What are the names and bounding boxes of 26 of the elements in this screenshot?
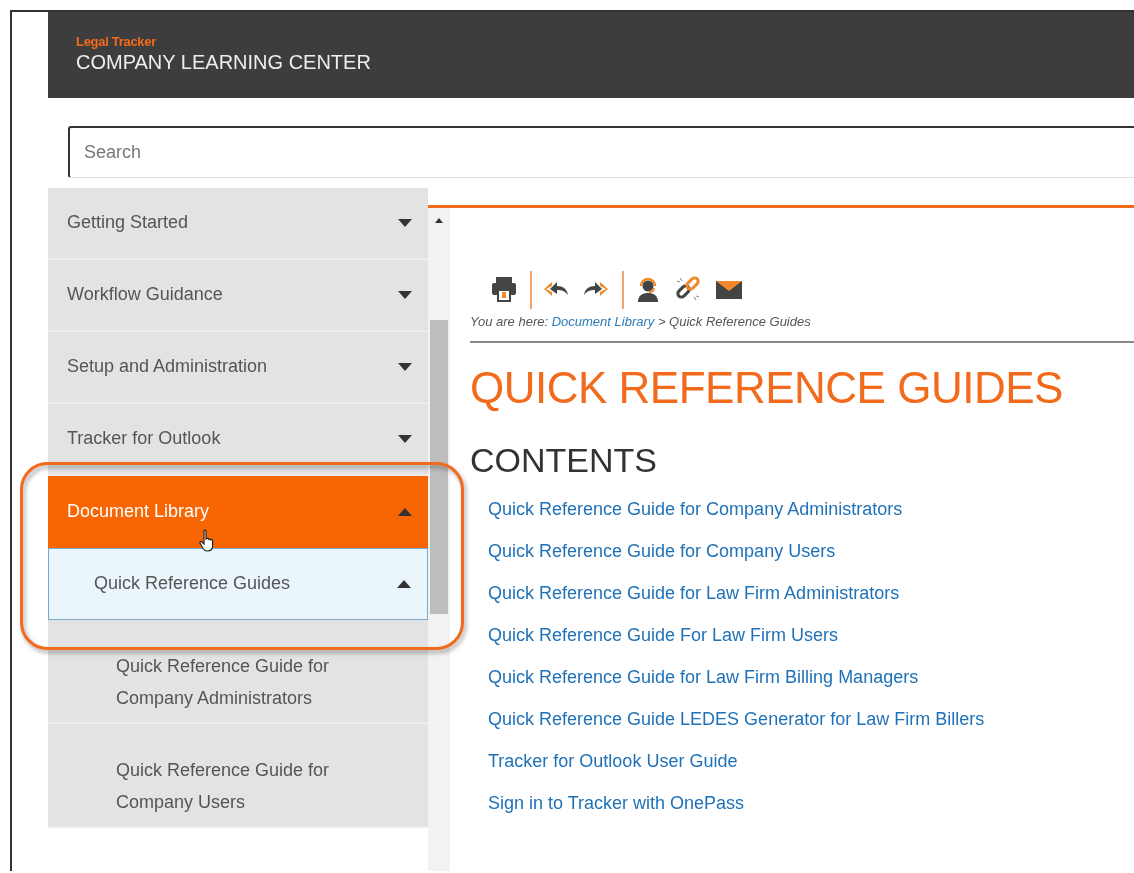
scrollbar[interactable] [428, 208, 450, 871]
caret-down-icon [398, 363, 412, 371]
scroll-thumb[interactable] [430, 320, 448, 614]
contents-heading: CONTENTS [470, 441, 658, 480]
guide-link[interactable]: Sign in to Tracker with OnePass [488, 788, 1134, 830]
guide-link[interactable]: Quick Reference Guide For Law Firm Users [488, 620, 1134, 662]
sidebar-item[interactable]: Quick Reference Guides [48, 548, 428, 620]
guide-link[interactable]: Quick Reference Guide for Law Firm Administrators [488, 578, 1134, 620]
caret-up-icon [398, 508, 412, 516]
guide-link[interactable]: Quick Reference Guide LEDES Generator for Law Firm Billers [488, 704, 1134, 746]
sidebar-item[interactable]: Document Library [48, 476, 428, 548]
page-title: QUICK REFERENCE GUIDES [470, 363, 1064, 413]
caret-down-icon [398, 219, 412, 227]
caret-down-icon [398, 291, 412, 299]
search-field[interactable]: Search [68, 126, 1134, 178]
breadcrumb-link[interactable]: Document Library [551, 314, 655, 329]
caret-down-icon [398, 435, 412, 443]
breadcrumb: You are here: Document Library > Quick Reference Guides [470, 314, 1134, 343]
guide-link[interactable]: Quick Reference Guide for Company Users [488, 536, 1134, 578]
guide-link[interactable]: Quick Reference Guide for Law Firm Billing Managers [488, 662, 1134, 704]
guide-link[interactable]: Tracker for Outlook User Guide [488, 746, 1134, 788]
caret-up-icon [397, 580, 411, 588]
site-title: COMPANY LEARNING CENTER [76, 51, 372, 74]
scroll-up-icon [435, 218, 443, 223]
brand-name: Legal Tracker [76, 34, 157, 49]
guide-link[interactable]: Quick Reference Guide for Company Administrators [488, 494, 1134, 536]
